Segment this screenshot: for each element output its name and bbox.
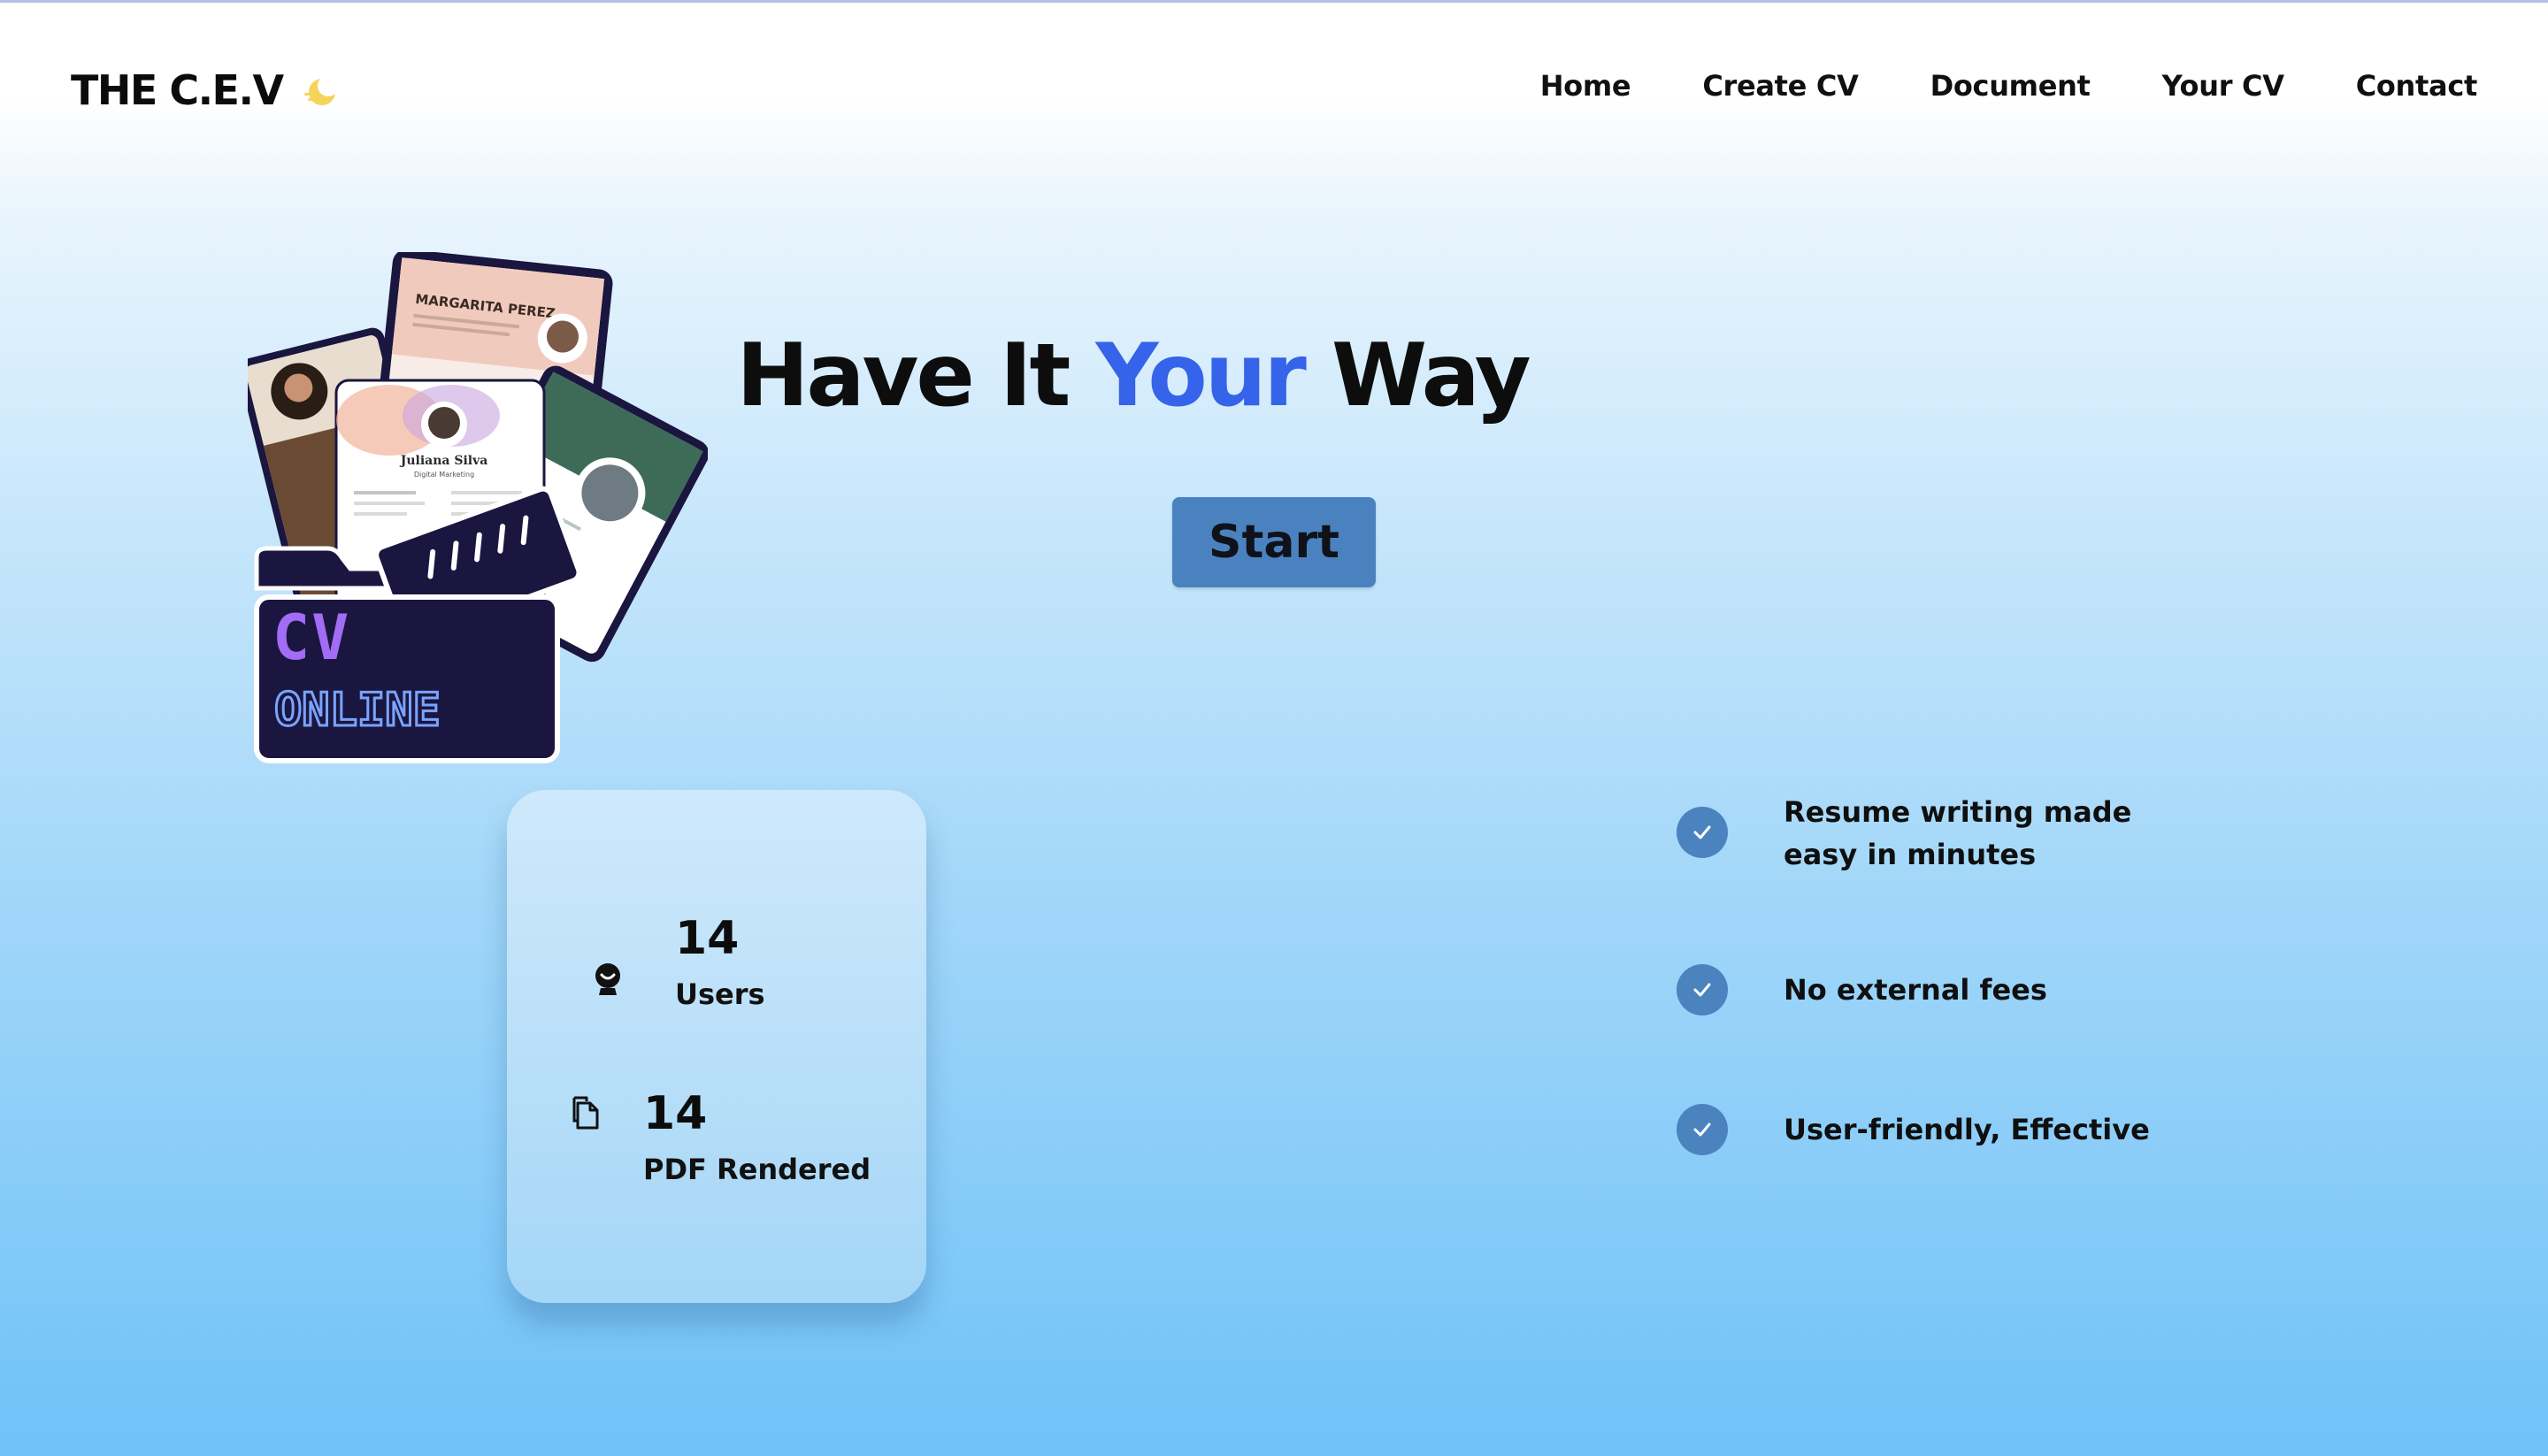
check-icon (1677, 807, 1728, 858)
stat-users-text: 14 Users (675, 916, 765, 1011)
nav-your-cv[interactable]: Your CV (2162, 69, 2284, 103)
stats-card: 14 Users 14 PDF Rendered (507, 790, 926, 1303)
nav-create-cv[interactable]: Create CV (1702, 69, 1859, 103)
user-icon (595, 963, 620, 995)
stat-pdf-text: 14 PDF Rendered (643, 1091, 871, 1186)
hero-title-part2: Way (1331, 326, 1531, 426)
window-top-border (0, 0, 2548, 3)
stat-pdf-label: PDF Rendered (643, 1153, 871, 1186)
check-icon (1677, 964, 1728, 1015)
feature-text: Resume writing made easy in minutes (1784, 795, 2132, 871)
document-icon (572, 1096, 599, 1130)
hero-title-accent: Your (1095, 326, 1306, 426)
hero-heading: Have It Your Way (736, 326, 1531, 426)
feature-text: No external fees (1784, 973, 2047, 1007)
hero-title-part1: Have It (736, 326, 1071, 426)
folder-label-online: ONLINE (274, 684, 441, 737)
feature-text: User-friendly, Effective (1784, 1113, 2150, 1146)
start-button[interactable]: Start (1172, 497, 1376, 587)
folder-label-cv: CV (272, 602, 350, 674)
stat-users-value: 14 (675, 912, 740, 965)
stat-users: 14 Users (588, 916, 765, 1011)
moon-sun-icon (303, 75, 339, 105)
main-nav: Home Create CV Document Your CV Contact (1540, 69, 2478, 103)
stat-users-label: Users (675, 977, 765, 1011)
resume-role-juliana: Digital Marketing (414, 471, 474, 479)
brand-logo[interactable]: THE C.E.V (71, 64, 342, 117)
nav-home[interactable]: Home (1540, 69, 1631, 103)
stat-pdf: 14 PDF Rendered (565, 1091, 871, 1186)
brand-name: THE C.E.V (71, 66, 284, 114)
nav-contact[interactable]: Contact (2356, 69, 2478, 103)
hero-title: Have It Your Way (0, 326, 2548, 426)
nav-document[interactable]: Document (1930, 69, 2091, 103)
check-icon (1677, 1104, 1728, 1155)
stat-pdf-value: 14 (643, 1087, 708, 1140)
resume-name-juliana: Juliana Silva (399, 454, 488, 468)
